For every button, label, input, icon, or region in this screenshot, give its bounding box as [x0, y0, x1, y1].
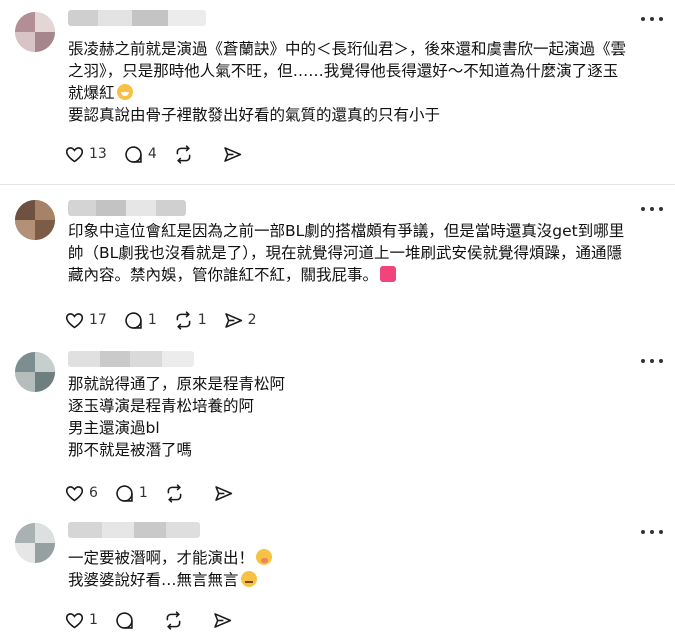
action-bar: 13 4	[64, 141, 271, 167]
like-count: 1	[89, 612, 98, 628]
post-text: 張凌赫之前就是演過《蒼蘭訣》中的＜長珩仙君＞，後來還和虞書欣一起演過《雲 之羽》…	[68, 38, 664, 126]
like-button[interactable]: 6	[64, 480, 98, 506]
like-button[interactable]: 1	[64, 607, 98, 633]
grinning-sweat-emoji	[116, 84, 133, 100]
comment-icon	[125, 145, 142, 163]
username-redacted[interactable]	[68, 522, 200, 538]
reply-count: 1	[147, 312, 157, 328]
action-bar: 1	[64, 607, 261, 633]
like-count: 13	[89, 146, 107, 162]
share-icon	[224, 146, 241, 162]
post-1: 張凌赫之前就是演過《蒼蘭訣》中的＜長珩仙君＞，後來還和虞書欣一起演過《雲 之羽》…	[0, 0, 675, 184]
like-count: 6	[89, 485, 98, 501]
avatar[interactable]	[15, 352, 55, 392]
avatar[interactable]	[15, 523, 55, 563]
like-button[interactable]: 17	[64, 307, 107, 333]
share-count: 2	[247, 312, 257, 328]
repost-button[interactable]	[163, 607, 196, 633]
reply-button[interactable]: 1	[114, 480, 148, 506]
reply-button[interactable]	[114, 607, 147, 633]
text-line: 印象中這位會紅是因為之前一部BL劇的搭檔頗有爭議，但是當時還真沒get到哪里	[68, 222, 625, 240]
text-line: 之羽》，只是那時他人氣不旺，但……我覺得他長得還好～不知道為什麼演了逐玉	[68, 62, 619, 80]
share-button[interactable]	[222, 141, 255, 167]
text-line: 一定要被潛啊，才能演出！	[68, 549, 255, 567]
more-icon[interactable]	[641, 352, 663, 370]
username-redacted[interactable]	[68, 10, 206, 26]
hush-emoji	[256, 549, 273, 565]
reply-button[interactable]: 4	[123, 141, 157, 167]
more-icon[interactable]	[641, 523, 663, 541]
text-line: 帥（BL劇我也沒看就是了），現在就覺得河道上一堆刷武安侯就覺得煩躁，通通隱	[68, 244, 623, 262]
heart-icon	[65, 312, 84, 328]
reply-button[interactable]: 1	[123, 307, 157, 333]
reply-count: 1	[138, 485, 148, 501]
post-4: 一定要被潛啊，才能演出！ 我婆婆說好看…無言無言 1	[0, 517, 675, 640]
action-bar: 6 1	[64, 480, 262, 506]
repost-button[interactable]: 1	[173, 307, 207, 333]
share-button[interactable]: 2	[223, 307, 257, 333]
avatar[interactable]	[15, 12, 55, 52]
more-icon[interactable]	[641, 10, 663, 28]
text-line: 張凌赫之前就是演過《蒼蘭訣》中的＜長珩仙君＞，後來還和虞書欣一起演過《雲	[68, 40, 627, 58]
reply-count: 4	[147, 146, 157, 162]
share-button[interactable]	[212, 607, 245, 633]
post-2: 印象中這位會紅是因為之前一部BL劇的搭檔頗有爭議，但是當時還真沒get到哪里 帥…	[0, 185, 675, 345]
text-line: 藏內容。禁內娛，管你誰紅不紅，關我屁事。	[68, 266, 379, 284]
heart-icon	[65, 612, 84, 628]
anger-symbol-emoji	[380, 266, 397, 282]
text-line: 逐玉導演是程青松培養的阿	[68, 397, 255, 415]
repost-icon	[176, 310, 191, 330]
username-redacted[interactable]	[68, 351, 194, 367]
repost-button[interactable]	[164, 480, 197, 506]
repost-count: 1	[197, 312, 207, 328]
meh-emoji	[240, 571, 257, 587]
repost-icon	[176, 144, 191, 164]
comment-icon	[116, 484, 133, 502]
heart-icon	[65, 485, 84, 501]
text-line: 那就說得通了，原來是程青松阿	[68, 375, 286, 393]
text-line: 就爆紅	[68, 84, 115, 102]
like-button[interactable]: 13	[64, 141, 107, 167]
repost-icon	[167, 483, 182, 503]
text-line: 要認真說由骨子裡散發出好看的氣質的還真的只有小于	[68, 106, 441, 124]
like-count: 17	[89, 312, 107, 328]
share-icon	[214, 612, 232, 628]
repost-icon	[166, 610, 181, 630]
post-text: 一定要被潛啊，才能演出！ 我婆婆說好看…無言無言	[68, 547, 664, 591]
text-line: 那不就是被潛了嗎	[68, 441, 193, 459]
repost-button[interactable]	[173, 141, 206, 167]
post-text: 印象中這位會紅是因為之前一部BL劇的搭檔頗有爭議，但是當時還真沒get到哪里 帥…	[68, 220, 664, 286]
share-button[interactable]	[213, 480, 246, 506]
avatar[interactable]	[15, 200, 55, 240]
share-icon	[224, 312, 242, 328]
action-bar: 17 1 1 2	[64, 307, 273, 333]
post-text: 那就說得通了，原來是程青松阿 逐玉導演是程青松培養的阿 男主還演過bl 那不就是…	[68, 373, 664, 461]
heart-icon	[65, 146, 84, 162]
username-redacted[interactable]	[68, 200, 186, 216]
post-3: 那就說得通了，原來是程青松阿 逐玉導演是程青松培養的阿 男主還演過bl 那不就是…	[0, 346, 675, 516]
comment-icon	[116, 611, 133, 629]
more-icon[interactable]	[641, 200, 663, 218]
text-line: 男主還演過bl	[68, 419, 160, 437]
share-icon	[215, 485, 233, 501]
comment-icon	[125, 311, 142, 329]
text-line: 我婆婆說好看…無言無言	[68, 571, 239, 589]
